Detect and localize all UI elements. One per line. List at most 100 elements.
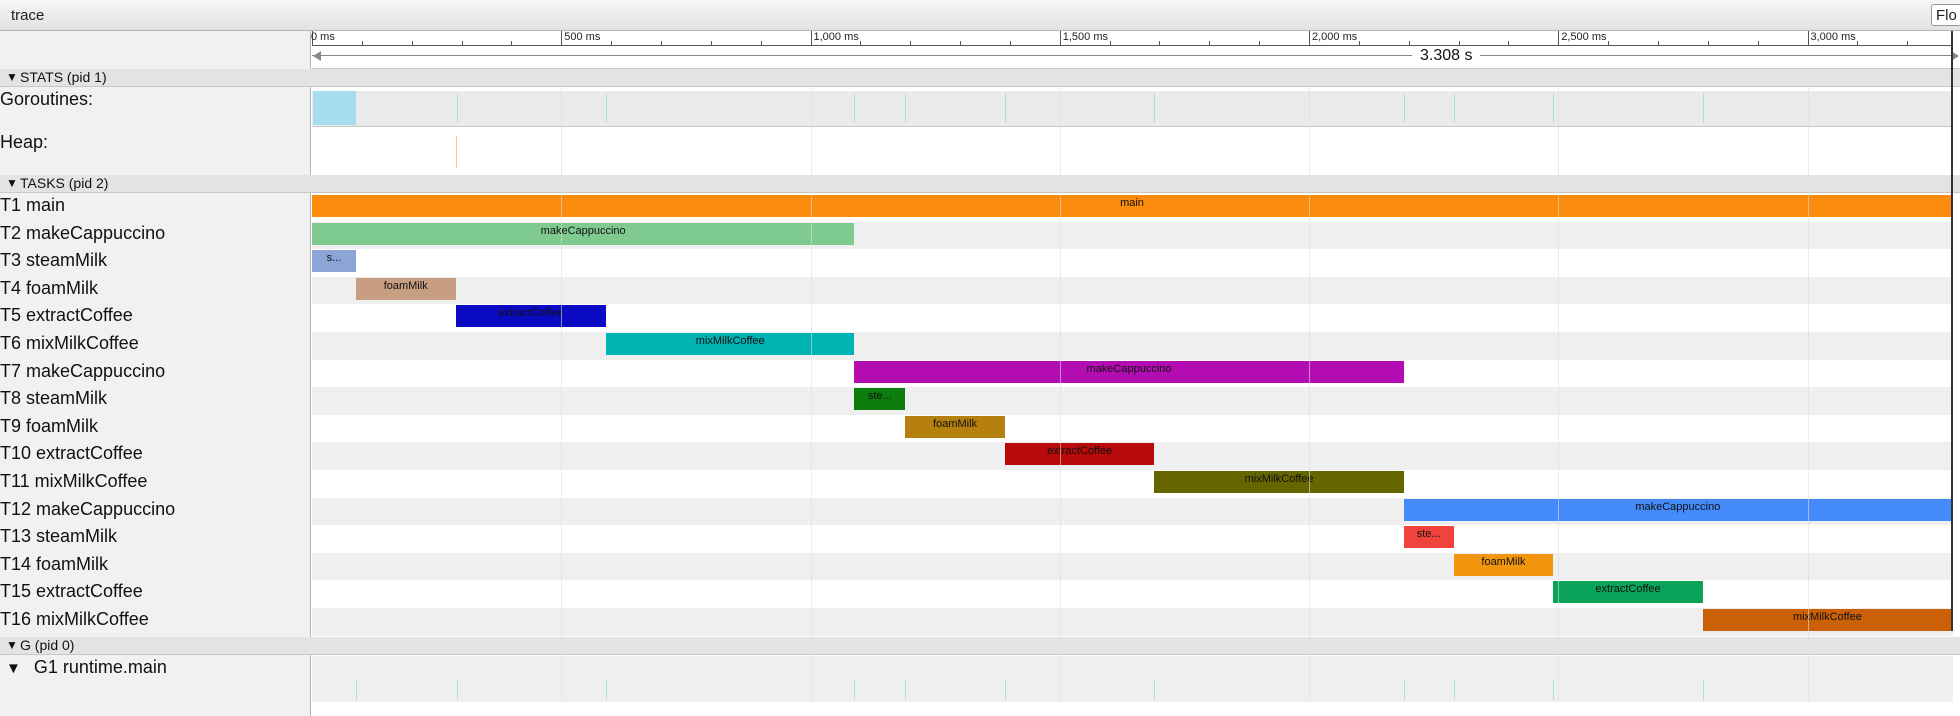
g1-label: G1 runtime.main (33, 657, 167, 677)
task-track[interactable] (312, 414, 1953, 443)
ruler-major-tick (1558, 31, 1560, 45)
goroutine-change-marker (1004, 93, 1006, 123)
ruler-major-tick (1807, 31, 1809, 45)
g1-event-marker (355, 680, 357, 700)
task-track[interactable] (312, 332, 1953, 360)
task-row-label: T12 makeCappuccino (0, 498, 176, 519)
task-track[interactable] (312, 276, 1953, 305)
goroutines-counter-block[interactable] (313, 91, 356, 125)
ruler-tick-label: 2,500 ms (1561, 31, 1607, 43)
task-track[interactable] (312, 525, 1953, 553)
ruler-tick-label: 3,000 ms (1810, 31, 1856, 43)
ruler-major-tick (1309, 31, 1310, 45)
span-line (312, 55, 1957, 56)
task-slice[interactable]: mixMilkCoffee (606, 333, 855, 355)
ruler-minor-tick (860, 41, 862, 45)
ruler-minor-tick (1857, 41, 1859, 45)
collapse-triangle-icon[interactable]: ▼ (6, 176, 18, 190)
ruler-minor-tick (1259, 41, 1261, 45)
task-track[interactable] (312, 470, 1953, 498)
task-slice[interactable]: mixMilkCoffee (1702, 609, 1952, 631)
time-gridline (1807, 88, 1809, 700)
task-track[interactable] (312, 552, 1953, 581)
task-slice[interactable]: foamMilk (355, 277, 456, 300)
task-slice[interactable]: makeCappuccino (312, 222, 855, 245)
task-row-label: T2 makeCappuccino (0, 222, 166, 243)
ruler-axis (312, 45, 1952, 46)
task-slice[interactable]: main (312, 195, 1952, 217)
task-slice[interactable]: makeCappuccino (1403, 498, 1952, 521)
ruler-minor-tick (1209, 41, 1211, 45)
collapse-triangle-icon[interactable]: ▼ (6, 638, 18, 652)
task-slice[interactable]: extractCoffee (455, 305, 607, 328)
task-slice[interactable]: extractCoffee (1004, 443, 1155, 466)
collapse-triangle-icon[interactable]: ▼ (6, 70, 18, 84)
span-duration-label: 3.308 s (1412, 47, 1481, 65)
task-row-label: T6 mixMilkCoffee (0, 333, 139, 353)
ruler-minor-tick (1159, 41, 1161, 45)
ruler-minor-tick (1657, 41, 1659, 45)
task-row-label: T14 foamMilk (0, 553, 109, 574)
ruler-minor-tick (1757, 41, 1759, 45)
ruler-minor-tick (1508, 41, 1510, 45)
goroutine-change-marker (1403, 93, 1405, 123)
goroutine-change-marker (456, 93, 458, 123)
task-row-label: T4 foamMilk (0, 277, 99, 298)
goroutine-change-marker (1553, 93, 1555, 123)
ruler-minor-tick (1109, 41, 1111, 45)
task-slice[interactable]: ste... (854, 388, 906, 411)
ruler-minor-tick (361, 41, 363, 45)
heap-marker (456, 136, 457, 168)
time-gridline (1309, 88, 1310, 700)
g1-event-marker (456, 680, 458, 700)
task-track[interactable] (312, 249, 1953, 277)
goroutine-change-marker (1702, 93, 1704, 123)
ruler-major-tick (561, 31, 563, 45)
time-gridline (1059, 88, 1061, 700)
task-row-label: T1 main (0, 195, 66, 215)
goroutine-change-marker (1154, 93, 1156, 123)
ruler-minor-tick (1358, 41, 1360, 45)
row-label-goroutines: Goroutines: (0, 89, 94, 109)
ruler-minor-tick (1707, 41, 1709, 45)
task-row-label: T3 steamMilk (0, 250, 108, 271)
window-title: trace (11, 7, 45, 24)
task-track[interactable] (312, 387, 1953, 415)
ruler-minor-tick (1458, 41, 1460, 45)
ruler-minor-tick (1907, 41, 1909, 45)
time-gridline (1558, 88, 1560, 700)
task-slice[interactable]: foamMilk (905, 415, 1005, 438)
section-g[interactable]: ▼ G (pid 0) (0, 637, 1960, 655)
g1-event-marker (1154, 680, 1156, 700)
view-right-edge (1951, 31, 1953, 631)
heap-track[interactable] (312, 128, 1953, 175)
task-track[interactable] (312, 580, 1953, 608)
task-slice[interactable]: extractCoffee (1553, 581, 1703, 604)
section-stats-label: STATS (pid 1) (20, 69, 107, 85)
ruler-minor-tick (660, 41, 662, 45)
ruler-tick-label: 1,500 ms (1062, 31, 1108, 43)
filter-input[interactable]: Flo (1931, 4, 1960, 26)
g1-event-marker (1702, 680, 1704, 700)
ruler-major-tick (1059, 31, 1061, 45)
task-row-label: T9 foamMilk (0, 415, 99, 436)
g1-event-marker (1553, 680, 1555, 700)
row-label-g1[interactable]: ▼ G1 runtime.main (6, 657, 167, 678)
task-slice[interactable]: makeCappuccino (854, 360, 1404, 383)
g1-event-marker (1403, 680, 1405, 700)
section-stats[interactable]: ▼ STATS (pid 1) (0, 69, 1960, 87)
task-slice[interactable]: foamMilk (1453, 553, 1554, 576)
row-label-heap: Heap: (0, 132, 49, 152)
ruler-minor-tick (710, 41, 712, 45)
task-slice[interactable]: ste... (1403, 526, 1454, 549)
section-tasks[interactable]: ▼ TASKS (pid 2) (0, 175, 1960, 193)
task-slice[interactable]: s... (312, 250, 356, 273)
ruler-minor-tick (511, 41, 513, 45)
expand-triangle-icon[interactable]: ▼ (6, 660, 21, 677)
task-slice[interactable]: mixMilkCoffee (1154, 471, 1404, 493)
ruler-minor-tick (1608, 41, 1610, 45)
g1-track[interactable] (312, 656, 1953, 702)
goroutines-track[interactable] (312, 91, 1953, 127)
time-ruler[interactable]: 0 ms 500 ms 1,000 ms 1,500 ms 2,000 ms 2,500 … (311, 31, 1960, 69)
task-row-label: T15 extractCoffee (0, 581, 143, 602)
